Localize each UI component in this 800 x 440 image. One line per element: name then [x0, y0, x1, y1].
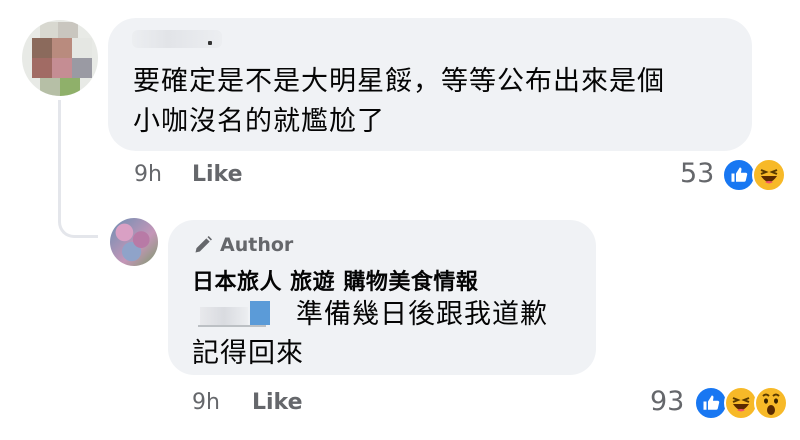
- reply-text-line2: 記得回來: [192, 338, 304, 369]
- comment-text-line2: 小咖沒名的就尷尬了: [133, 106, 385, 137]
- author-badge-label: Author: [220, 234, 294, 256]
- author-page-name[interactable]: 日本旅人 旅遊 購物美食情報: [192, 264, 478, 296]
- haha-icon[interactable]: [724, 386, 758, 420]
- reply-thread-line: [58, 100, 98, 238]
- comment-reaction-count[interactable]: 53: [680, 158, 714, 189]
- author-badge: Author: [192, 234, 293, 256]
- like-icon[interactable]: [694, 386, 728, 420]
- reply-text-line1: 準備幾日後跟我道歉: [296, 299, 548, 330]
- comment-text-line1: 要確定是不是大明星餒，等等公布出來是個: [133, 66, 665, 97]
- reply-like-button[interactable]: Like: [252, 390, 303, 415]
- reply-timestamp[interactable]: 9h: [192, 390, 220, 415]
- author-avatar[interactable]: [110, 218, 158, 266]
- reply-reaction-count[interactable]: 93: [650, 386, 684, 417]
- commenter-name-redacted[interactable]: [132, 30, 222, 48]
- tagged-user-redacted[interactable]: [192, 299, 282, 329]
- comment-like-button[interactable]: Like: [192, 162, 243, 187]
- comment-timestamp[interactable]: 9h: [134, 162, 162, 187]
- comment-text: 要確定是不是大明星餒，等等公布出來是個 小咖沒名的就尷尬了: [133, 62, 743, 142]
- like-icon[interactable]: [722, 158, 756, 192]
- pencil-icon: [192, 235, 214, 255]
- haha-icon[interactable]: [752, 158, 786, 192]
- commenter-avatar[interactable]: [22, 20, 98, 96]
- wow-icon[interactable]: [754, 386, 788, 420]
